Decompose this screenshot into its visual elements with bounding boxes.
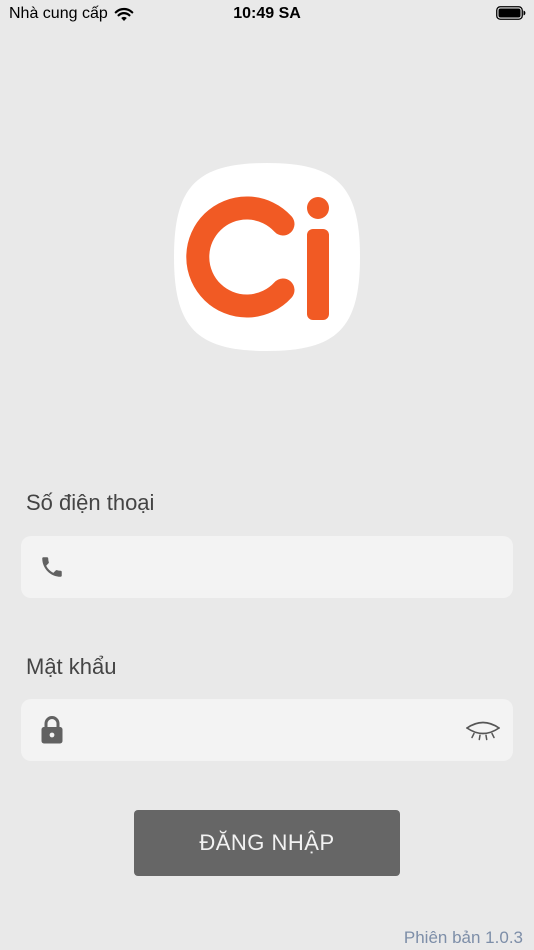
lock-icon — [41, 716, 63, 744]
phone-label: Số điện thoại — [26, 490, 155, 515]
status-bar: Nhà cung cấp 10:49 SA — [0, 0, 534, 28]
phone-field[interactable] — [21, 536, 513, 598]
phone-icon — [42, 557, 62, 577]
password-input[interactable] — [91, 699, 461, 761]
password-label: Mật khẩu — [26, 654, 117, 679]
phone-input[interactable] — [91, 536, 461, 598]
app-version: Phiên bản 1.0.3 — [403, 928, 523, 947]
login-button[interactable]: ĐĂNG NHẬP — [134, 810, 400, 876]
battery-icon — [496, 6, 526, 20]
eye-closed-icon[interactable] — [465, 719, 501, 741]
password-field[interactable] — [21, 699, 513, 761]
app-logo — [174, 163, 360, 351]
status-time: 10:49 SA — [233, 5, 301, 22]
